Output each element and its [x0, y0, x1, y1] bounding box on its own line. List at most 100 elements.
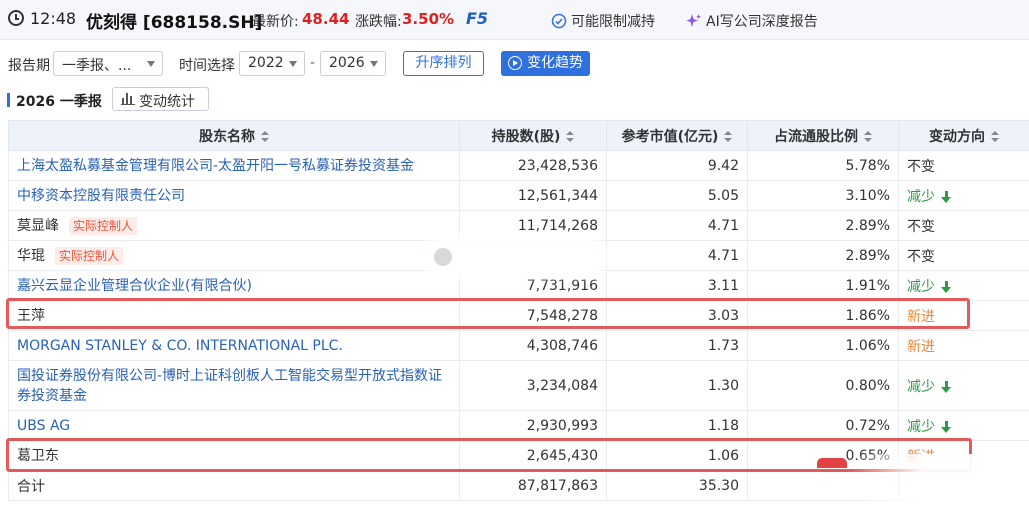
- sparkle-icon: [686, 14, 701, 27]
- notification-badge: [817, 458, 847, 468]
- highlight-box-wangping: [6, 298, 970, 329]
- arrow-down-icon: [941, 420, 951, 433]
- period-select[interactable]: 一季报、...: [53, 51, 163, 76]
- sort-icon: [261, 130, 269, 143]
- arrow-down-icon: [941, 190, 951, 203]
- shares-cell: 3,234,084: [459, 360, 607, 411]
- col-header-ratio[interactable]: 占流通股比例: [747, 120, 899, 151]
- section-title: 2026 一季报: [16, 94, 102, 110]
- reduce-limit-link[interactable]: 可能限制减持: [551, 11, 655, 31]
- chevron-down-icon: [147, 61, 155, 67]
- period-select-value: 一季报、...: [62, 58, 132, 74]
- market-value-cell: 4.71: [606, 240, 748, 271]
- shares-cell: 12,561,344: [459, 180, 607, 211]
- table-header-row: 股东名称 持股数(股) 参考市值(亿元) 占流通股比例 变动方向: [8, 120, 1029, 151]
- direction-cell: 减少: [898, 180, 1029, 211]
- col-header-shares[interactable]: 持股数(股): [459, 120, 607, 151]
- quote-header: 12:48 优刻得 [688158.SH] 最新价: 48.44 涨跌幅: 3.…: [0, 0, 1029, 40]
- year-from-value: 2022: [248, 55, 284, 71]
- watermark-fade: [850, 454, 1029, 517]
- clock-icon: [8, 10, 24, 26]
- ratio-cell: 0.80%: [747, 360, 899, 411]
- shareholder-name-cell: 莫显峰 实际控制人: [8, 210, 460, 241]
- stats-button-label: 变动统计: [139, 94, 195, 110]
- year-to-value: 2026: [329, 55, 365, 71]
- chevron-down-icon: [370, 61, 378, 67]
- stock-name: 优刻得 [688158.SH]: [86, 13, 263, 33]
- arrow-down-icon: [941, 280, 951, 293]
- ratio-cell: 1.06%: [747, 330, 899, 361]
- year-to-select[interactable]: 2026: [320, 51, 386, 76]
- ratio-cell: 3.10%: [747, 180, 899, 211]
- direction-cell: 减少: [898, 410, 1029, 441]
- shares-cell: 2,930,993: [459, 410, 607, 441]
- ai-report-label: AI写公司深度报告: [706, 14, 818, 30]
- controller-badge: 实际控制人: [69, 216, 138, 235]
- market-value-cell: 4.71: [606, 210, 748, 241]
- period-label: 报告期: [8, 58, 50, 74]
- f5-button[interactable]: F5: [466, 9, 488, 28]
- year-separator: -: [310, 55, 316, 71]
- table-row: 嘉兴云显企业管理合伙企业(有限合伙) 7,731,916 3.11 1.91% …: [8, 270, 1029, 301]
- shareholder-name[interactable]: 华琨: [17, 248, 45, 264]
- section-accent-bar: [7, 93, 10, 107]
- shares-cell: 4,308,746: [459, 330, 607, 361]
- ai-report-link[interactable]: AI写公司深度报告: [686, 11, 818, 31]
- table-row: MORGAN STANLEY & CO. INTERNATIONAL PLC. …: [8, 330, 1029, 361]
- latest-price-label: 最新价:: [252, 14, 299, 30]
- shares-cell: 7,731,916: [459, 270, 607, 301]
- year-from-select[interactable]: 2022: [239, 51, 305, 76]
- ratio-cell: 5.78%: [747, 150, 899, 181]
- time-display: 12:48: [30, 9, 77, 28]
- market-value-cell: 5.05: [606, 180, 748, 211]
- ratio-cell: 1.91%: [747, 270, 899, 301]
- trend-button-label: 变化趋势: [527, 55, 583, 71]
- direction-cell: 不变: [898, 210, 1029, 241]
- market-value-cell: 3.11: [606, 270, 748, 301]
- section-header: 2026 一季报 变动统计: [0, 86, 1029, 114]
- shareholder-name[interactable]: 上海太盈私募基金管理有限公司-太盈开阳一号私募证券投资基金: [8, 150, 460, 181]
- col-header-value[interactable]: 参考市值(亿元): [606, 120, 748, 151]
- direction-cell: 不变: [898, 240, 1029, 271]
- shareholder-name[interactable]: UBS AG: [8, 410, 460, 441]
- latest-price-value: 48.44: [302, 10, 350, 28]
- change-pct-value: 3.50%: [402, 10, 455, 28]
- ratio-cell: 2.89%: [747, 240, 899, 271]
- bar-chart-icon: [121, 93, 135, 105]
- shield-icon: [551, 13, 567, 29]
- arrow-down-icon: [941, 380, 951, 393]
- ratio-cell: 0.72%: [747, 410, 899, 441]
- sort-ascending-button[interactable]: 升序排列: [403, 51, 484, 76]
- trend-button[interactable]: 变化趋势: [501, 51, 590, 76]
- total-value: 35.30: [606, 470, 748, 501]
- shareholder-name[interactable]: 嘉兴云显企业管理合伙企业(有限合伙): [8, 270, 460, 301]
- market-value-cell: 1.30: [606, 360, 748, 411]
- shareholder-name[interactable]: 国投证券股份有限公司-博时上证科创板人工智能交易型开放式指数证券投资基金: [8, 360, 460, 411]
- col-header-direction[interactable]: 变动方向: [898, 120, 1029, 151]
- ratio-cell: 2.89%: [747, 210, 899, 241]
- sort-icon: [566, 130, 575, 143]
- table-row: 莫显峰 实际控制人 11,714,268 4.71 2.89% 不变: [8, 210, 1029, 241]
- redaction-mask: [426, 241, 602, 273]
- direction-cell: 减少: [898, 360, 1029, 411]
- table-row: 中移资本控股有限责任公司 12,561,344 5.05 3.10% 减少: [8, 180, 1029, 211]
- stats-button[interactable]: 变动统计: [112, 87, 209, 111]
- col-header-name[interactable]: 股东名称: [8, 120, 460, 151]
- sort-icon: [864, 130, 872, 143]
- market-value-cell: 9.42: [606, 150, 748, 181]
- controller-badge: 实际控制人: [55, 246, 124, 265]
- reduce-limit-label: 可能限制减持: [571, 14, 655, 30]
- direction-cell: 减少: [898, 270, 1029, 301]
- play-icon: [508, 56, 522, 70]
- shares-cell: 11,714,268: [459, 210, 607, 241]
- sort-icon: [991, 130, 999, 143]
- table-row: 国投证券股份有限公司-博时上证科创板人工智能交易型开放式指数证券投资基金 3,2…: [8, 360, 1029, 411]
- time-select-label: 时间选择: [179, 58, 235, 74]
- shareholder-name[interactable]: 莫显峰: [17, 218, 59, 234]
- shareholder-name[interactable]: 中移资本控股有限责任公司: [8, 180, 460, 211]
- shareholder-name[interactable]: MORGAN STANLEY & CO. INTERNATIONAL PLC.: [8, 330, 460, 361]
- direction-cell: 不变: [898, 150, 1029, 181]
- total-label: 合计: [8, 470, 460, 501]
- market-value-cell: 1.18: [606, 410, 748, 441]
- shares-cell: 23,428,536: [459, 150, 607, 181]
